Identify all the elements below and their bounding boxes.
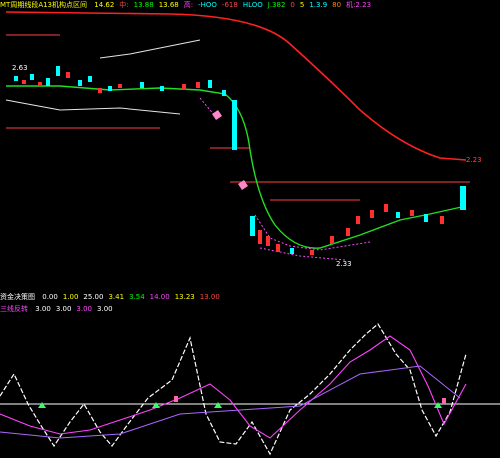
- price-label-top: 2.23: [466, 156, 482, 164]
- top-indicator-value-7: HLOO: [242, 1, 263, 9]
- lower-indicator-name[interactable]: 三线反转: [0, 305, 28, 313]
- top-indicator-value-5: -HOO: [198, 1, 217, 9]
- price-label-low: 2.33: [336, 260, 352, 268]
- price-label-left: 2.63: [12, 64, 28, 72]
- top-indicator-value-4: 高:: [183, 1, 194, 9]
- lower-indicator-value-3: 3.00: [97, 305, 113, 313]
- top-indicator-value-1: 中:: [119, 1, 129, 9]
- main-price-chart[interactable]: 2.23 2.33 2.63: [0, 10, 500, 292]
- top-indicator-value-12: 80: [332, 1, 342, 9]
- lower-oscillator-chart[interactable]: [0, 314, 500, 458]
- upper-white-lines: [5, 39, 201, 115]
- signal-markers: [212, 110, 248, 190]
- top-indicator-value-8: J.382: [267, 1, 286, 9]
- price-bracket-lines: [6, 34, 470, 201]
- divider-indicator-value-6: 13.23: [174, 293, 195, 301]
- divider-indicator-value-3: 3.41: [108, 293, 125, 301]
- divider-indicator-value-1: 1.00: [62, 293, 79, 301]
- top-indicator-value-0: 14.62: [94, 1, 115, 9]
- divider-indicator-value-5: 14.00: [149, 293, 170, 301]
- lower-indicator-value-1: 3.00: [55, 305, 72, 313]
- divider-indicator-value-4: 3.54: [129, 293, 145, 301]
- divider-indicator-value-0: 0.00: [42, 293, 58, 301]
- top-indicator-value-3: 13.68: [158, 1, 179, 9]
- divider-indicator-value-7: 13.00: [199, 293, 220, 301]
- main-indicator-bar: MT周期线段A13机构点区间 14.62 中: 13.88 13.68 高: -HOO -6…: [0, 0, 500, 10]
- top-indicator-value-13: 机:2.23: [346, 1, 372, 9]
- top-indicator-value-10: 5: [299, 1, 305, 9]
- top-indicator-value-6: -618: [221, 1, 238, 9]
- oscillator-purple-line: [0, 365, 461, 439]
- divider-indicator-value-2: 25.00: [83, 293, 104, 301]
- lower-indicator-value-2: 3.00: [76, 305, 93, 313]
- divider-indicator-bar: 资金决策图 0.00 1.00 25.00 3.41 3.54 14.00 13.23 13.…: [0, 292, 500, 302]
- top-indicator-value-9: 0: [290, 1, 295, 9]
- buy-signal-markers: [38, 402, 442, 408]
- candlesticks: [14, 66, 466, 255]
- divider-indicator-name[interactable]: 资金决策图: [0, 293, 35, 301]
- lower-indicator-bar: 三线反转 3.00 3.00 3.00 3.00: [0, 304, 500, 314]
- top-indicator-value-11: 1.3.9: [309, 1, 328, 9]
- top-indicator-value-2: 13.88: [133, 1, 154, 9]
- lower-indicator-value-0: 3.00: [35, 305, 51, 313]
- sell-signal-markers: [174, 396, 446, 404]
- oscillator-white-line: [0, 323, 467, 456]
- main-indicator-name[interactable]: MT周期线段A13机构点区间: [0, 1, 87, 9]
